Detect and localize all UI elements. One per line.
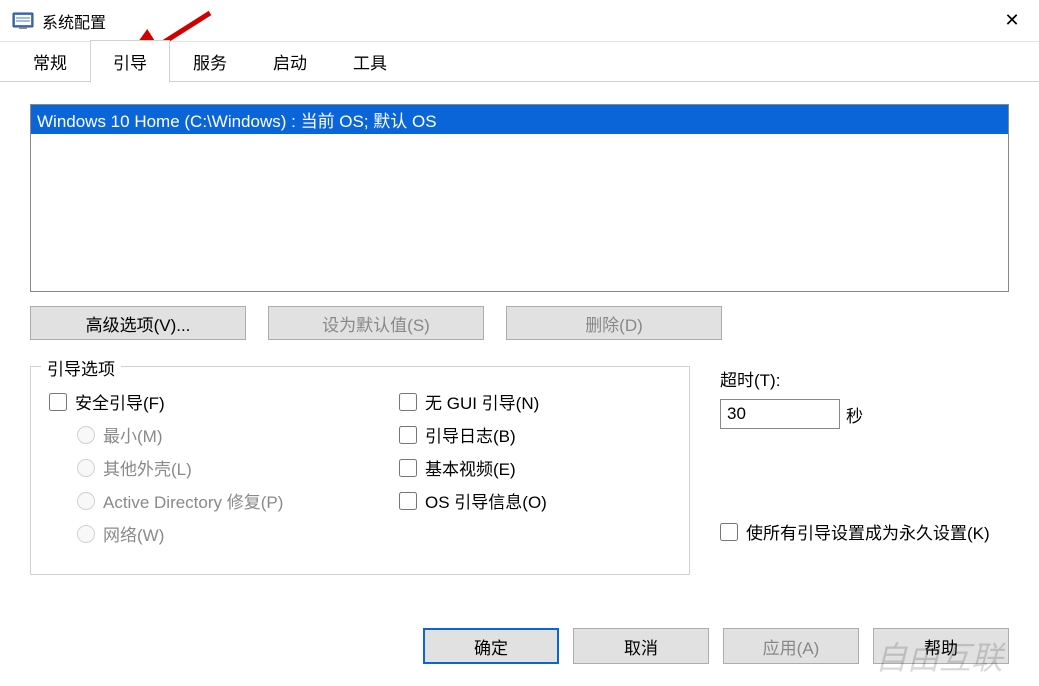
cancel-button[interactable]: 取消: [573, 628, 709, 664]
timeout-column: 超时(T): 秒 使所有引导设置成为永久设置(K): [720, 366, 1009, 575]
tab-general[interactable]: 常规: [10, 40, 90, 82]
ad-repair-input: [77, 492, 95, 510]
window-title: 系统配置: [42, 9, 989, 33]
tab-boot[interactable]: 引导: [90, 40, 170, 83]
os-boot-info-checkbox[interactable]: OS 引导信息(O): [399, 488, 659, 513]
boot-log-input[interactable]: [399, 426, 417, 444]
base-video-input[interactable]: [399, 459, 417, 477]
lower-panel: 引导选项 安全引导(F) 最小(M) 其他外壳(L): [30, 366, 1009, 575]
boot-log-checkbox[interactable]: 引导日志(B): [399, 422, 659, 447]
alt-shell-radio: 其他外壳(L): [77, 455, 399, 480]
ad-repair-radio: Active Directory 修复(P): [77, 488, 399, 513]
set-default-button: 设为默认值(S): [268, 306, 484, 340]
boot-options-legend: 引导选项: [41, 355, 121, 380]
timeout-label: 超时(T):: [720, 366, 1009, 391]
tab-startup[interactable]: 启动: [250, 40, 330, 82]
boot-os-selected[interactable]: Windows 10 Home (C:\Windows) : 当前 OS; 默认…: [31, 105, 1008, 134]
tab-strip: 常规 引导 服务 启动 工具: [0, 42, 1039, 82]
delete-button: 删除(D): [506, 306, 722, 340]
tab-tools[interactable]: 工具: [330, 40, 410, 82]
apply-button: 应用(A): [723, 628, 859, 664]
timeout-unit: 秒: [846, 402, 863, 427]
timeout-input[interactable]: [720, 399, 840, 429]
no-gui-checkbox[interactable]: 无 GUI 引导(N): [399, 389, 659, 414]
help-button[interactable]: 帮助: [873, 628, 1009, 664]
advanced-options-button[interactable]: 高级选项(V)...: [30, 306, 246, 340]
dialog-button-row: 确定 取消 应用(A) 帮助: [423, 628, 1009, 664]
titlebar: 系统配置 ✕: [0, 0, 1039, 42]
ok-button[interactable]: 确定: [423, 628, 559, 664]
network-input: [77, 525, 95, 543]
base-video-checkbox[interactable]: 基本视频(E): [399, 455, 659, 480]
network-radio: 网络(W): [77, 521, 399, 546]
tab-content: Windows 10 Home (C:\Windows) : 当前 OS; 默认…: [0, 82, 1039, 585]
close-button[interactable]: ✕: [989, 0, 1035, 42]
permanent-input[interactable]: [720, 523, 738, 541]
os-boot-info-input[interactable]: [399, 492, 417, 510]
safe-boot-input[interactable]: [49, 393, 67, 411]
app-icon: [12, 10, 34, 32]
minimal-input: [77, 426, 95, 444]
tab-services[interactable]: 服务: [170, 40, 250, 82]
permanent-checkbox[interactable]: 使所有引导设置成为永久设置(K): [720, 519, 1009, 544]
safe-boot-checkbox[interactable]: 安全引导(F): [49, 389, 399, 414]
boot-os-list[interactable]: Windows 10 Home (C:\Windows) : 当前 OS; 默认…: [30, 104, 1009, 292]
no-gui-input[interactable]: [399, 393, 417, 411]
alt-shell-input: [77, 459, 95, 477]
boot-options-group: 引导选项 安全引导(F) 最小(M) 其他外壳(L): [30, 366, 690, 575]
minimal-radio: 最小(M): [77, 422, 399, 447]
boot-action-row: 高级选项(V)... 设为默认值(S) 删除(D): [30, 306, 1009, 340]
